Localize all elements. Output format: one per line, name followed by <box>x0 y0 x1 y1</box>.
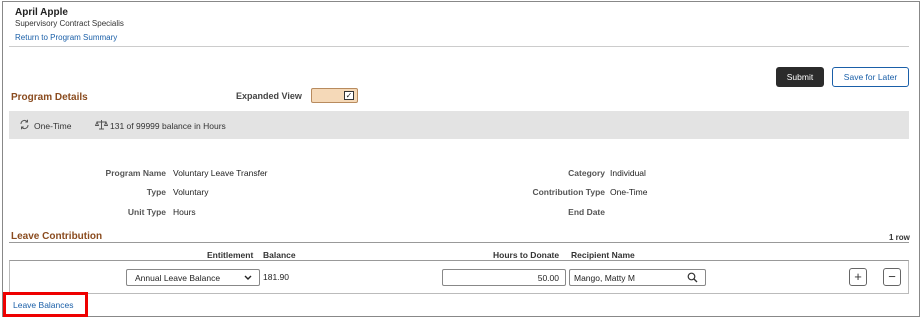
add-row-button[interactable]: + <box>849 268 867 286</box>
balance-value: 181.90 <box>263 272 289 282</box>
frequency-text: One-Time <box>34 121 72 131</box>
entitlement-select-value: Annual Leave Balance <box>135 273 221 283</box>
expanded-view-checkbox[interactable]: ✓ <box>311 88 358 103</box>
program-details-title: Program Details <box>11 92 88 103</box>
hours-to-donate-input[interactable]: 50.00 <box>442 269 566 286</box>
type-value: Voluntary <box>173 187 209 197</box>
balance-text: 131 of 99999 balance in Hours <box>110 121 226 131</box>
user-title: Supervisory Contract Specialis <box>15 19 124 28</box>
contribution-type-value: One-Time <box>610 187 648 197</box>
expanded-view-label: Expanded View <box>236 91 302 101</box>
return-to-program-summary-link[interactable]: Return to Program Summary <box>15 33 117 42</box>
chevron-down-icon <box>244 272 252 285</box>
column-header-hours-to-donate: Hours to Donate <box>493 250 560 260</box>
program-name-value: Voluntary Leave Transfer <box>173 168 268 178</box>
leave-contribution-title: Leave Contribution <box>11 231 103 242</box>
submit-button[interactable]: Submit <box>776 67 824 87</box>
plus-icon: + <box>854 269 862 284</box>
minus-icon: − <box>888 269 896 284</box>
header-divider <box>9 46 909 47</box>
user-name: April Apple <box>15 7 68 18</box>
column-header-entitlement: Entitlement <box>207 250 254 260</box>
program-name-label: Program Name <box>105 168 166 178</box>
remove-row-button[interactable]: − <box>883 268 901 286</box>
entitlement-select[interactable]: Annual Leave Balance <box>126 269 260 286</box>
contribution-type-label: Contribution Type <box>532 187 605 197</box>
checkmark-icon: ✓ <box>344 91 354 100</box>
hours-to-donate-value: 50.00 <box>537 273 559 283</box>
leave-balances-link[interactable]: Leave Balances <box>3 292 88 317</box>
unit-type-value: Hours <box>173 207 196 217</box>
column-header-recipient-name: Recipient Name <box>571 250 635 260</box>
end-date-label: End Date <box>568 207 605 217</box>
column-header-balance: Balance <box>263 250 296 260</box>
search-icon[interactable] <box>687 272 698 283</box>
save-for-later-button[interactable]: Save for Later <box>832 67 909 87</box>
leave-contribution-divider <box>9 242 909 243</box>
balance-scale-icon <box>94 119 109 132</box>
recipient-name-input[interactable]: Mango, Matty M <box>569 269 706 286</box>
type-label: Type <box>146 187 166 197</box>
category-value: Individual <box>610 168 646 178</box>
category-label: Category <box>568 168 605 178</box>
unit-type-label: Unit Type <box>127 207 166 217</box>
frequency-icon <box>19 119 30 132</box>
recipient-name-value: Mango, Matty M <box>574 273 635 283</box>
row-count: 1 row <box>889 233 910 242</box>
